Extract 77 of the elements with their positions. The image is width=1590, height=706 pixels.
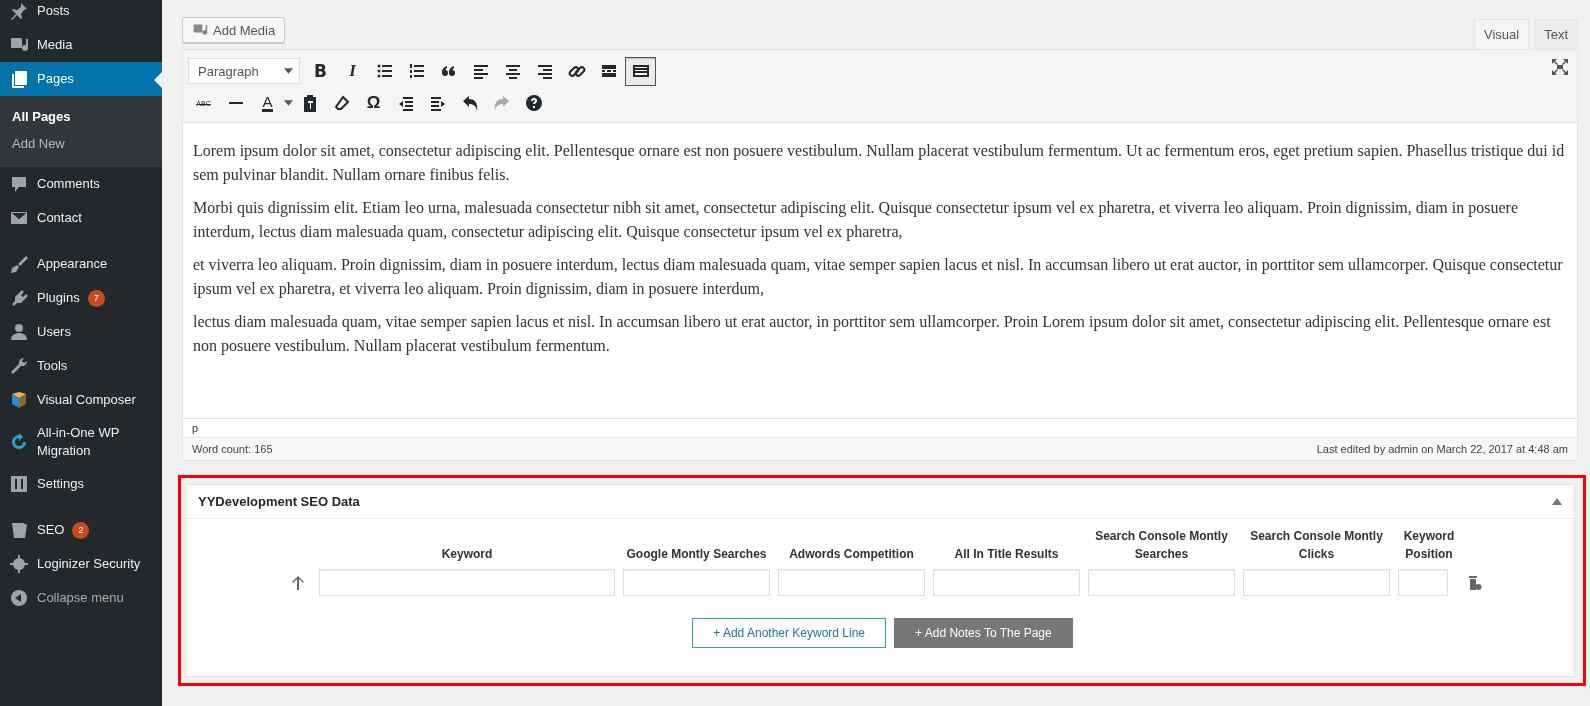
align-left-icon: [471, 62, 490, 80]
input-field[interactable]: [778, 569, 925, 596]
menu-item[interactable]: Comments: [0, 167, 162, 201]
redo-arrow-icon: [492, 94, 511, 112]
input-field[interactable]: [933, 569, 1080, 596]
bold-button[interactable]: B: [305, 56, 336, 86]
horizontal-line-icon: [228, 102, 243, 104]
speech-bubble-icon: [9, 174, 29, 194]
pin-icon: [9, 1, 29, 21]
menu-item[interactable]: Users: [0, 315, 162, 349]
menu-item[interactable]: Pages: [0, 62, 162, 96]
input-field[interactable]: [623, 569, 770, 596]
menu-item[interactable]: All-in-One WP Migration: [0, 417, 162, 467]
fullscreen-icon: [1551, 58, 1569, 76]
column-header: All In Title Results: [953, 546, 1060, 563]
cube-icon: [9, 390, 29, 410]
column-header: Keyword: [440, 546, 494, 563]
paragraph: lectus diam malesuada quam, vitae semper sapien lacus et nisl. In accumsan libero ut erat auctor, in porttitor sem ullamcorper. Proin Lorem ipsum dolor sit amet, consectetur adipiscing elit. Pellentesque ornare est non posuere vestibulum. Nullam placerat vestibulum fermentum.: [193, 312, 1552, 357]
input-field[interactable]: [1243, 569, 1390, 596]
bullet-list-icon: [375, 62, 394, 80]
caret-icon: [284, 100, 293, 106]
count-badge: 2: [72, 521, 90, 539]
italic-button[interactable]: I: [337, 56, 368, 86]
wrench-icon: [9, 356, 29, 376]
element-path: p: [192, 422, 199, 434]
menu-item[interactable]: Collapse menu: [0, 581, 162, 615]
add-media-button[interactable]: Add Media: [182, 17, 286, 43]
panel-title: YYDevelopment SEO Data: [198, 494, 360, 509]
align-right-icon: [535, 62, 554, 80]
user-icon: [9, 322, 29, 342]
paragraph: Morbi quis dignissim elit. Etiam leo urna, malesuada consectetur nibh sit amet, consectetur adipiscing elit. Quisque consectetur ipsum vel ex pharetra, et viverra leo aliquam. Proin dignissim, diam in posuere interdum, lectus diam malesuada quam, consectetur adipiscing elit. Quisque consectetur ipsum vel ex pharetra,: [193, 198, 1519, 243]
menu-item[interactable]: SEO 2: [0, 513, 162, 547]
add-button[interactable]: + Add Another Keyword Line: [692, 618, 887, 648]
input-field[interactable]: [1088, 569, 1235, 596]
collapse-icon: [9, 588, 29, 608]
align-center-icon: [503, 62, 522, 80]
paragraph: Lorem ipsum dolor sit amet, consectetur adipiscing elit. Pellentesque ornare est non posuere vestibulum. Nullam placerat vestibulum fermentum. Ut ac fermentum eros, eget pretium sapien. Phasellus tristique dui id sem pulvinar blandit. Nullam ornare finibus felis.: [193, 141, 1566, 186]
pages-icon: [9, 69, 29, 89]
menu-item[interactable]: Appearance: [0, 247, 162, 281]
column-header: Adwords Competition: [788, 546, 915, 563]
last-edited: Last edited by admin on March 22, 2017 at 4:48 am: [1316, 443, 1568, 455]
circular-arrow-icon: [9, 432, 29, 452]
menu-item[interactable]: Contact: [0, 201, 162, 235]
count-badge: 7: [87, 289, 105, 307]
input-field[interactable]: [1398, 569, 1448, 596]
caret-icon: [284, 68, 293, 74]
keyboard-icon: [631, 62, 650, 80]
eraser-icon: [332, 94, 351, 112]
column-header: Google Montly Searches: [625, 546, 768, 563]
menu-item[interactable]: Media: [0, 28, 162, 62]
paragraph: et viverra leo aliquam. Proin dignissim, diam in posuere interdum, lectus diam malesuada quam, vitae semper sapien lacus et nisl. In accumsan libero ut erat auctor, in porttitor sem ullamcorper. Quisque consectetur ipsum vel ex pharetra, et viverra leo aliquam. Proin dignissim, diam in posuere interdum,: [193, 255, 1564, 300]
add-button[interactable]: + Add Notes To The Page: [894, 618, 1073, 648]
column-header: Search Console Montly Clicks: [1249, 528, 1384, 563]
read-more-icon: [599, 62, 618, 80]
submenu-item[interactable]: All Pages: [0, 103, 162, 130]
toolbar-toggle-button[interactable]: [625, 56, 656, 86]
editor-tab[interactable]: Text: [1534, 19, 1578, 49]
menu-item[interactable]: Loginizer Security: [0, 547, 162, 581]
input-field[interactable]: [319, 569, 615, 596]
numbered-list-icon: [407, 62, 426, 80]
menu-item[interactable]: Tools: [0, 349, 162, 383]
format-dropdown[interactable]: Paragraph: [188, 58, 300, 84]
submenu-item[interactable]: Add New: [0, 130, 162, 157]
column-header: Search Console Montly Searches: [1094, 528, 1229, 563]
column-header: Keyword Position: [1402, 528, 1456, 563]
menu-item[interactable]: Settings: [0, 467, 162, 501]
menu-item[interactable]: Visual Composer: [0, 383, 162, 417]
help-icon: [524, 94, 543, 112]
special-char-button[interactable]: Ω: [358, 88, 389, 118]
text-color-button[interactable]: A: [252, 88, 283, 118]
indent-icon: [428, 94, 447, 112]
menu-item[interactable]: Posts: [0, 0, 162, 28]
up-arrow-icon: [291, 574, 305, 591]
menu-item[interactable]: Plugins 7: [0, 281, 162, 315]
editor-tab[interactable]: Visual: [1473, 19, 1530, 50]
word-count: Word count: 165: [192, 443, 273, 455]
brush-icon: [9, 254, 29, 274]
